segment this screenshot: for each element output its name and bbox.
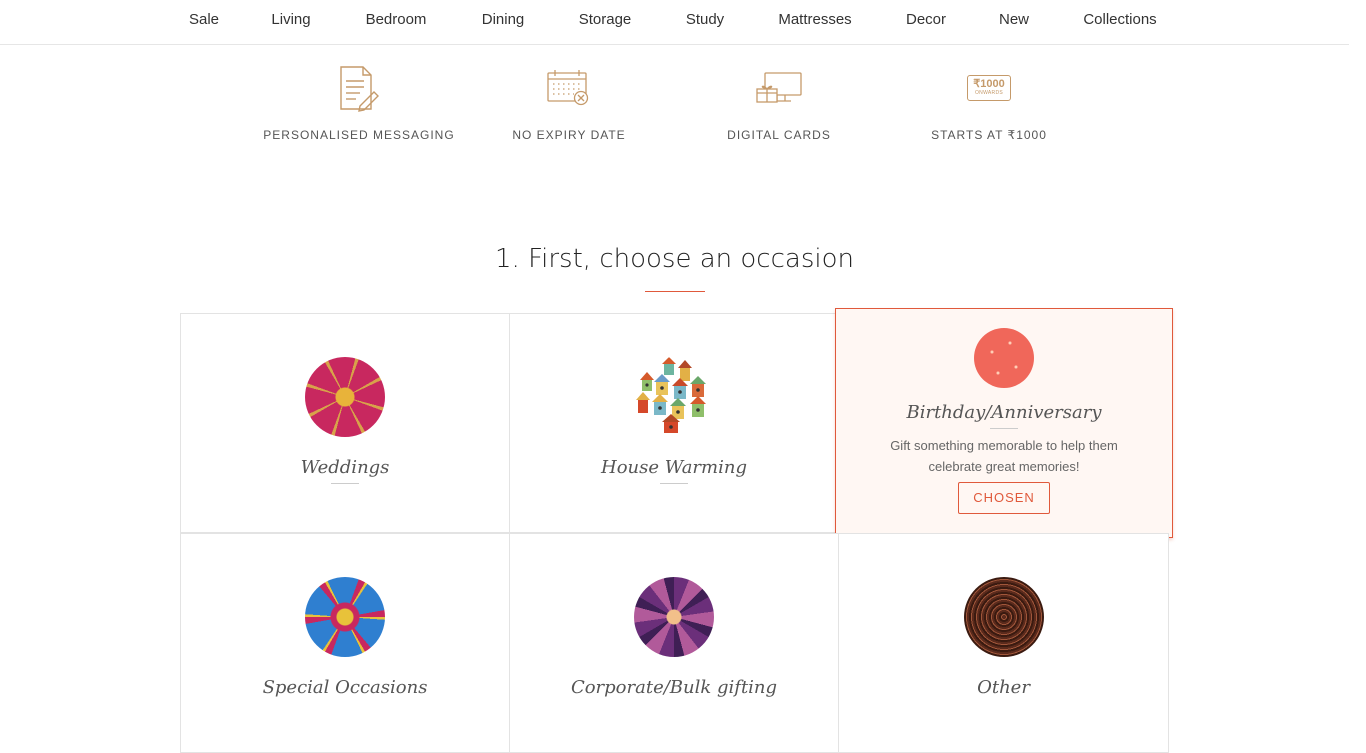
corporate-pattern-image [634, 577, 714, 657]
occasion-divider [990, 428, 1018, 429]
chosen-button[interactable]: CHOSEN [958, 482, 1050, 514]
feature-label: DIGITAL CARDS [727, 128, 831, 142]
nav-sale[interactable]: Sale [189, 11, 219, 28]
nav-new[interactable]: New [999, 11, 1029, 28]
weddings-pattern-image [305, 357, 385, 437]
occasion-name: Other [977, 677, 1030, 698]
message-document-icon [249, 62, 469, 114]
occasion-name: Corporate/Bulk gifting [570, 677, 778, 698]
nav-bedroom[interactable]: Bedroom [366, 11, 427, 28]
digital-card-gift-icon [669, 62, 889, 114]
nav-study[interactable]: Study [686, 11, 724, 28]
nav-dining[interactable]: Dining [482, 11, 525, 28]
occasion-name: Weddings [300, 457, 390, 478]
price-tag-1000-icon: ₹1000 ONWARDS [879, 62, 1099, 114]
occasion-house-warming[interactable]: House Warming [509, 313, 839, 533]
occasion-other[interactable]: Other [838, 533, 1169, 753]
top-nav: Sale Living Bedroom Dining Storage Study… [0, 0, 1349, 45]
feature-no-expiry: NO EXPIRY DATE [459, 62, 679, 142]
occasion-name: House Warming [601, 457, 747, 478]
occasion-name: Special Occasions [262, 677, 428, 698]
title-underline [645, 291, 705, 292]
nav-mattresses[interactable]: Mattresses [778, 11, 851, 28]
occasion-corporate-bulk-gifting[interactable]: Corporate/Bulk gifting [509, 533, 839, 753]
house-warming-birdhouses-image [634, 357, 714, 437]
feature-label: PERSONALISED MESSAGING [263, 128, 455, 142]
section-title: 1. First, choose an occasion [495, 244, 854, 274]
occasion-birthday-anniversary[interactable]: Birthday/Anniversary Gift something memo… [835, 308, 1173, 538]
feature-digital-cards: DIGITAL CARDS [669, 62, 889, 142]
nav-collections[interactable]: Collections [1083, 11, 1156, 28]
birthday-pattern-image [974, 328, 1034, 388]
feature-label: NO EXPIRY DATE [512, 128, 626, 142]
other-pattern-image [963, 577, 1044, 657]
calendar-no-expiry-icon [459, 62, 679, 114]
occasion-divider [331, 483, 359, 484]
nav-decor[interactable]: Decor [906, 11, 946, 28]
price-tag-onwards: ONWARDS [974, 90, 1004, 96]
feature-label: STARTS AT ₹1000 [931, 128, 1047, 142]
feature-starts-at-price: ₹1000 ONWARDS STARTS AT ₹1000 [879, 62, 1099, 142]
occasion-description: Gift something memorable to help them ce… [890, 438, 1118, 474]
occasion-special-occasions[interactable]: Special Occasions [180, 533, 510, 753]
occasion-name: Birthday/Anniversary [906, 402, 1102, 423]
nav-living[interactable]: Living [271, 11, 310, 28]
price-tag-amount: ₹1000 [973, 78, 1005, 90]
occasion-weddings[interactable]: Weddings [180, 313, 510, 533]
feature-personalised-messaging: PERSONALISED MESSAGING [249, 62, 469, 142]
occasion-divider [660, 483, 688, 484]
nav-storage[interactable]: Storage [579, 11, 632, 28]
special-occasions-pattern-image [305, 577, 385, 657]
